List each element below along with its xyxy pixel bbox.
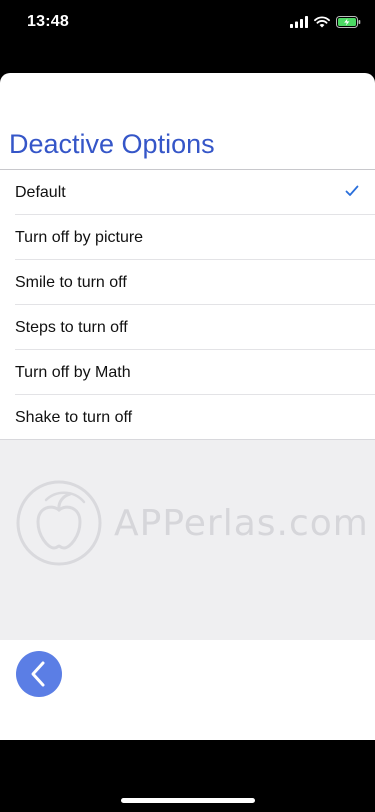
page-title: Deactive Options bbox=[9, 129, 215, 159]
option-label: Shake to turn off bbox=[15, 408, 133, 426]
back-button[interactable] bbox=[16, 651, 62, 697]
status-time: 13:48 bbox=[27, 13, 69, 30]
home-indicator[interactable] bbox=[121, 798, 255, 803]
battery-charging-icon bbox=[336, 16, 361, 28]
options-sheet: Deactive Options Default Turn off by pic… bbox=[0, 73, 375, 740]
option-label: Default bbox=[15, 183, 66, 201]
checkmark-icon bbox=[345, 185, 359, 196]
option-turn-off-by-picture[interactable]: Turn off by picture bbox=[0, 215, 375, 260]
option-shake-to-turn-off[interactable]: Shake to turn off bbox=[0, 395, 375, 440]
watermark: APPerlas.com bbox=[16, 480, 369, 566]
options-list: Default Turn off by picture Smile to tur… bbox=[0, 170, 375, 440]
option-turn-off-by-math[interactable]: Turn off by Math bbox=[0, 350, 375, 395]
status-icons bbox=[290, 15, 361, 29]
wifi-icon bbox=[314, 16, 330, 28]
cellular-signal-icon bbox=[290, 16, 308, 28]
option-label: Steps to turn off bbox=[15, 318, 128, 336]
option-smile-to-turn-off[interactable]: Smile to turn off bbox=[0, 260, 375, 305]
option-default[interactable]: Default bbox=[0, 170, 375, 215]
option-steps-to-turn-off[interactable]: Steps to turn off bbox=[0, 305, 375, 350]
chevron-left-icon bbox=[31, 661, 45, 687]
watermark-text: APPerlas.com bbox=[114, 502, 369, 544]
option-label: Turn off by Math bbox=[15, 363, 131, 381]
apple-logo-icon bbox=[16, 480, 102, 566]
option-label: Smile to turn off bbox=[15, 273, 127, 291]
status-bar: 13:48 bbox=[0, 0, 375, 44]
option-label: Turn off by picture bbox=[15, 228, 144, 246]
